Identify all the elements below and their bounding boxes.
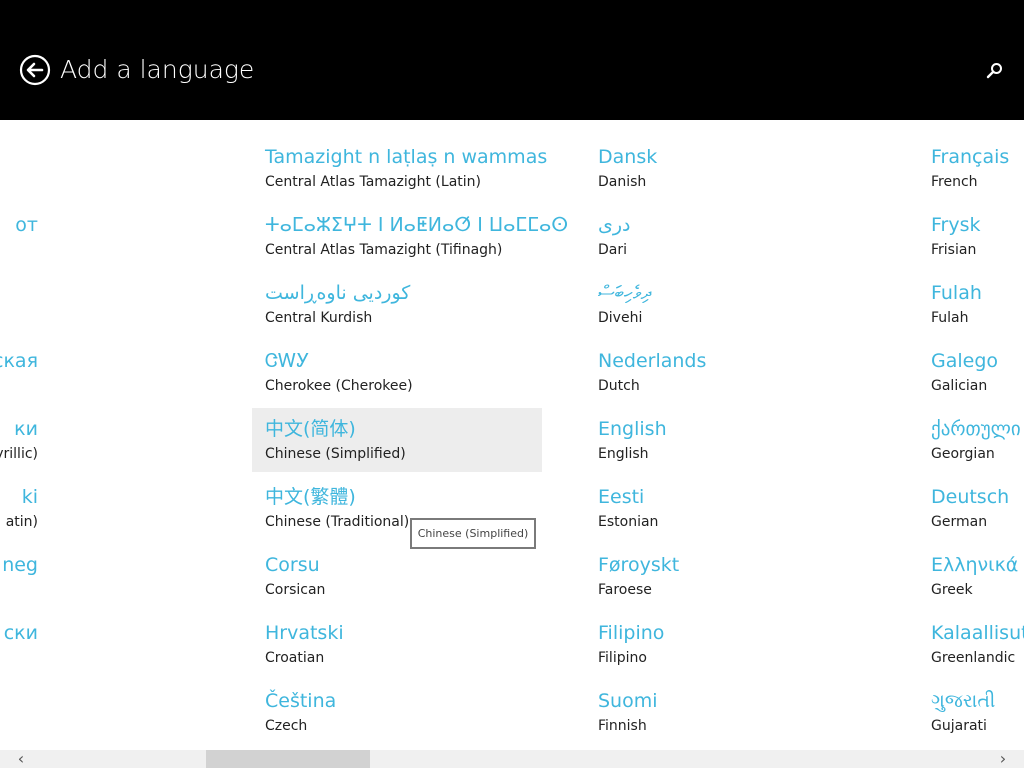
language-native-name: ская [0,350,38,372]
back-button[interactable] [19,54,51,86]
language-native-name: Français [931,146,1010,168]
language-item[interactable]: ગુજરાતી Gujarati [918,664,1024,734]
search-icon [986,63,1002,79]
language-native-name: ⵜⴰⵎⴰⵣⵉⵖⵜ ⵏ ⵍⴰⵟⵍⴰⵚ ⵏ ⵡⴰⵎⵎⴰⵙ [265,214,569,236]
language-native-name: Galego [931,350,999,372]
language-native-name: Suomi [598,690,658,712]
language-native-name: Fulah [931,282,982,304]
language-native-name: Nederlands [598,350,707,372]
chevron-right-icon[interactable]: › [992,750,1014,768]
language-native-name: Frysk [931,214,981,236]
language-native-name: 中文(简体) [265,418,356,440]
back-arrow-circle-icon [19,54,51,86]
language-native-name: کوردیی ناوەڕاست [265,282,411,304]
language-item[interactable]: Deutsch German [918,460,1024,530]
language-native-name: Hrvatski [265,622,344,644]
language-native-name: ки [14,418,38,440]
language-item[interactable]: Filipino Filipino [585,596,875,666]
app-header: Add a language [0,0,1024,120]
language-native-name: Corsu [265,554,320,576]
language-english-name: Finnish [598,718,647,734]
language-item[interactable]: ᏣᎳᎩ Cherokee (Cherokee) [252,324,542,394]
language-native-name: ᏣᎳᎩ [265,350,310,372]
language-english-name: Cherokee (Cherokee) [265,378,413,394]
language-native-name: Čeština [265,690,337,712]
language-native-name: Dansk [598,146,658,168]
language-native-name: Eesti [598,486,645,508]
language-item[interactable]: Eesti Estonian [585,460,875,530]
language-english-name: Czech [265,718,308,734]
language-item[interactable]: دری Dari [585,188,875,258]
language-native-name: от [15,214,38,236]
scrollbar-thumb[interactable] [206,750,370,768]
language-english-name: Gujarati [931,718,987,734]
language-item[interactable]: ქართული Georgian [918,392,1024,462]
horizontal-scrollbar[interactable]: ‹ › [0,750,1024,768]
language-item[interactable] [0,120,38,188]
language-item[interactable]: English English [585,392,875,462]
tooltip: Chinese (Simplified) [410,518,536,549]
language-item[interactable]: от [0,188,38,256]
language-item[interactable]: Suomi Finnish [585,664,875,734]
language-item[interactable]: Hrvatski Croatian [252,596,542,666]
language-native-name: Deutsch [931,486,1010,508]
language-item[interactable]: ская [0,324,38,392]
language-native-name: ދިވެހިބަސް [598,282,652,304]
language-native-name: Føroyskt [598,554,680,576]
language-item[interactable]: Nederlands Dutch [585,324,875,394]
chevron-left-icon[interactable]: ‹ [10,750,32,768]
language-item[interactable]: Tamazight n laṭlaṣ n wammas Central Atlas… [252,120,547,190]
language-item[interactable]: киyrillic) [0,392,38,462]
language-item[interactable] [0,664,38,732]
language-item[interactable]: Dansk Danish [585,120,875,190]
language-grid: от ская киyrillic)kiatin) neg ски Tamazight n… [0,120,1024,750]
language-item[interactable]: Čeština Czech [252,664,542,734]
language-native-name: Kalaallisut [931,622,1024,644]
language-item[interactable]: ki atin) [0,460,38,530]
language-native-name: ki [21,486,38,508]
language-native-name: ქართული [931,418,1021,440]
language-native-name: دری [598,214,631,236]
language-native-name: English [598,418,667,440]
language-item[interactable]: Ελληνικά Greek [918,528,1024,598]
language-native-name: ગુજરાતી [931,690,996,712]
language-native-name: neg [2,554,38,576]
language-native-name: 中文(繁體) [265,486,356,508]
language-item[interactable]: neg [0,528,38,596]
page-title: Add a language [60,55,255,84]
search-button[interactable] [984,60,1006,82]
language-item[interactable]: Français French [918,120,1024,190]
language-item[interactable]: Føroyskt Faroese [585,528,875,598]
language-native-name: Filipino [598,622,665,644]
language-native-name: ски [3,622,38,644]
language-item[interactable]: کوردیی ناوەڕاست Central Kurdish [252,256,542,326]
language-item[interactable] [0,256,38,324]
language-item[interactable]: Galego Galician [918,324,1024,394]
language-item[interactable]: ⵜⴰⵎⴰⵣⵉⵖⵜ ⵏ ⵍⴰⵟⵍⴰⵚ ⵏ ⵡⴰⵎⵎⴰⵙ Central Atlas … [252,188,568,258]
language-item[interactable]: ދިވެހިބަސް Divehi [585,256,875,326]
language-item[interactable]: Frysk Frisian [918,188,1024,258]
language-item[interactable]: Kalaallisut Greenlandic [918,596,1024,666]
language-native-name: Ελληνικά [931,554,1019,576]
language-item[interactable]: ски [0,596,38,664]
language-native-name: Tamazight n laṭlaṣ n wammas [265,146,548,168]
language-item[interactable]: Fulah Fulah [918,256,1024,326]
